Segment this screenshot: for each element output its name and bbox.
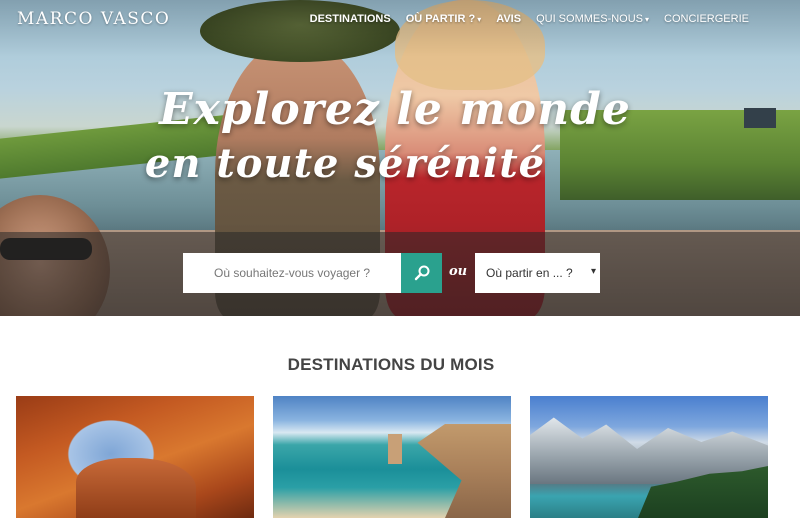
card-photo-rocks <box>76 458 196 518</box>
magnifier-icon <box>414 265 429 281</box>
chevron-down-icon: ▾ <box>477 15 482 24</box>
nav-item-avis[interactable]: AVIS <box>496 13 521 25</box>
destination-search-placeholder: Où souhaitez-vous voyager ? <box>214 266 371 280</box>
main-nav: DESTINATIONS OÙ PARTIR ? ▾ AVIS QUI SOMME… <box>310 13 749 25</box>
destination-card-mountain-lake[interactable] <box>530 396 768 518</box>
nav-item-qui-sommes-nous[interactable]: QUI SOMMES-NOUS ▾ <box>536 13 649 25</box>
nav-item-label: CONCIERGERIE <box>664 13 749 25</box>
nav-item-destinations[interactable]: DESTINATIONS <box>310 13 391 25</box>
hero-headline-line2: en toute sérénité <box>144 140 546 187</box>
section-title: DESTINATIONS DU MOIS <box>287 355 495 374</box>
destination-card-desert-arch[interactable] <box>16 396 254 518</box>
site-logo[interactable]: MARCO VASCO <box>17 9 170 29</box>
chevron-down-icon: ▾ <box>645 15 650 24</box>
destination-search-input[interactable]: Où souhaitez-vous voyager ? <box>183 253 401 293</box>
card-photo-rock-stack <box>388 434 402 464</box>
nav-item-conciergerie[interactable]: CONCIERGERIE <box>664 13 749 25</box>
nav-item-ou-partir[interactable]: OÙ PARTIR ? ▾ <box>406 13 481 25</box>
chevron-down-icon: ▾ <box>590 266 596 277</box>
search-button[interactable] <box>401 253 442 293</box>
nav-item-label: DESTINATIONS <box>309 13 391 25</box>
or-label: ou <box>449 264 468 279</box>
destination-card-coastline[interactable] <box>273 396 511 518</box>
hero-headline-line1: Explorez le monde <box>159 84 631 135</box>
hero-headline: Explorez le monde en toute sérénité <box>0 82 800 190</box>
departure-date-select-value: Où partir en ... ? <box>486 266 573 280</box>
nav-item-label: OÙ PARTIR ? <box>405 13 476 25</box>
nav-item-label: AVIS <box>496 13 522 25</box>
departure-date-select[interactable]: Où partir en ... ? ▾ <box>475 253 600 293</box>
card-photo-cliff <box>417 424 511 518</box>
nav-item-label: QUI SOMMES-NOUS <box>536 13 644 25</box>
